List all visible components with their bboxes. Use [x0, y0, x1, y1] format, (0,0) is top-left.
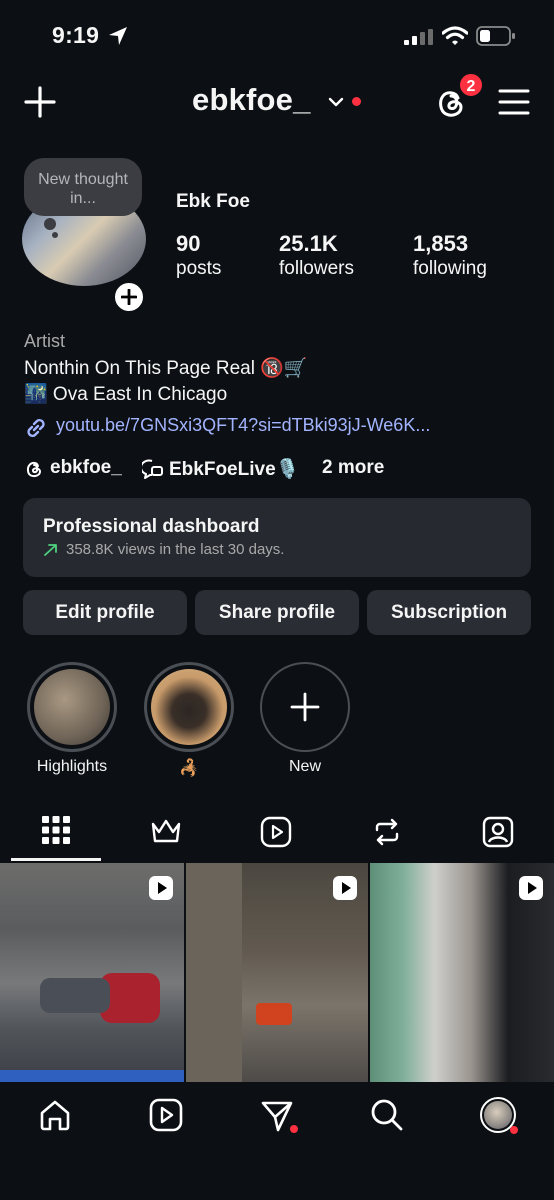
create-plus-icon[interactable] [24, 86, 56, 118]
highlight-label: Highlights [36, 758, 108, 775]
reel-badge-icon [333, 876, 357, 900]
subscription-button[interactable]: Subscription [367, 590, 531, 635]
account-notification-dot [352, 97, 361, 106]
highlight-item[interactable] [27, 662, 117, 752]
reels-icon[interactable] [260, 816, 292, 848]
link-icon [27, 418, 45, 438]
bio-line: 🌃 Ova East In Chicago [24, 384, 228, 405]
location-arrow-icon [109, 27, 127, 45]
share-profile-button[interactable]: Share profile [195, 590, 359, 635]
repost-icon[interactable] [372, 817, 402, 847]
profile-username-switcher[interactable]: ebkfoe_ [192, 82, 311, 118]
more-links-button[interactable]: 2 more [322, 457, 384, 479]
dashboard-title: Professional dashboard [43, 516, 260, 537]
following-label[interactable]: following [413, 258, 487, 280]
grid-icon[interactable] [42, 816, 70, 844]
plus-icon [121, 289, 137, 305]
followers-label[interactable]: followers [279, 258, 354, 280]
edit-profile-button[interactable]: Edit profile [23, 590, 187, 635]
broadcast-channel-link[interactable]: EbkFoeLive🎙️ [169, 457, 299, 481]
status-time: 9:19 [52, 22, 100, 48]
note-bubble-tail-small [52, 232, 58, 238]
new-highlight-button[interactable] [260, 662, 350, 752]
broadcast-channel-icon [142, 459, 163, 479]
plus-icon [290, 692, 320, 722]
add-story-button[interactable] [112, 280, 146, 314]
home-icon[interactable] [38, 1098, 72, 1132]
following-count[interactable]: 1,853 [413, 231, 468, 257]
active-tab-indicator [11, 858, 101, 861]
profile-category: Artist [24, 331, 66, 351]
highlight-item[interactable] [144, 662, 234, 752]
bio-line: Nonthin On This Page Real 🔞🛒 [24, 358, 308, 379]
cellular-signal-icon [404, 29, 433, 45]
messages-notification-dot [290, 1125, 298, 1133]
highlight-thumbnail [34, 669, 110, 745]
note-bubble-tail [44, 218, 56, 230]
threads-profile-link[interactable]: ebkfoe_ [50, 457, 122, 479]
reel-badge-icon [519, 876, 543, 900]
threads-icon [26, 461, 42, 478]
highlight-label: New [288, 758, 321, 775]
dashboard-subtitle: 358.8K views in the last 30 days. [66, 541, 285, 558]
wifi-icon [442, 26, 468, 45]
profile-full-name: Ebk Foe [176, 191, 250, 212]
crown-icon[interactable] [150, 818, 182, 844]
search-icon[interactable] [370, 1098, 404, 1132]
reels-nav-icon[interactable] [149, 1098, 183, 1132]
highlight-label: 🦂 [179, 760, 199, 777]
posts-label[interactable]: posts [176, 258, 221, 280]
tagged-icon[interactable] [482, 816, 514, 848]
direct-messages-icon[interactable] [260, 1099, 294, 1133]
battery-icon [476, 26, 515, 46]
followers-count[interactable]: 25.1K [279, 231, 338, 257]
bio-link[interactable]: youtu.be/7GNSxi3QFT4?si=dTBki93jJ-We6K..… [56, 415, 430, 436]
posts-count[interactable]: 90 [176, 231, 200, 257]
trending-up-icon [44, 544, 57, 556]
note-bubble[interactable]: New thought in... [24, 158, 142, 216]
chevron-down-icon[interactable] [328, 96, 344, 108]
profile-notification-dot [510, 1126, 518, 1134]
reel-badge-icon [149, 876, 173, 900]
highlight-thumbnail [151, 669, 227, 745]
threads-badge: 2 [458, 72, 484, 98]
menu-hamburger-icon[interactable] [498, 88, 530, 116]
